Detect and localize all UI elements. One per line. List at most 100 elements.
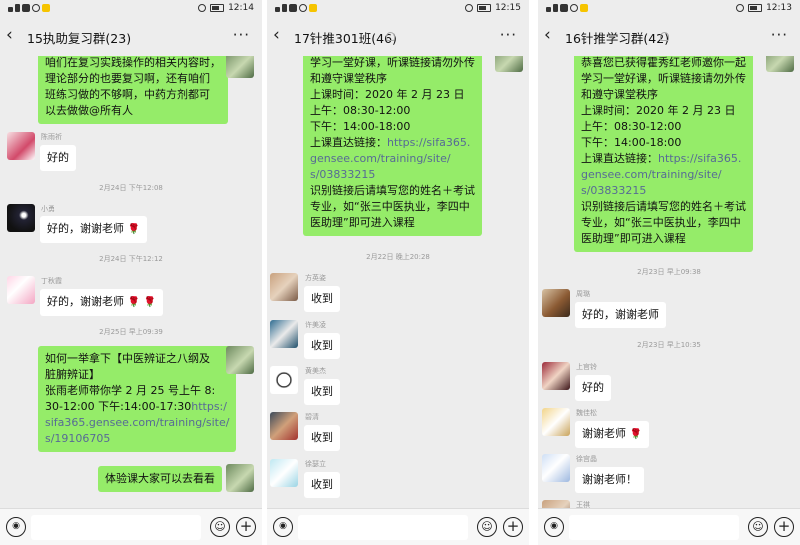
divider xyxy=(533,0,538,545)
avatar[interactable] xyxy=(7,132,35,160)
message-bubble[interactable]: 恭喜您已获得霍秀红老师邀你一起 学习一堂好课，听课链接请勿外传 和遵守课堂秩序 上课… xyxy=(574,56,753,252)
input-bar: ◉ ☺ + xyxy=(538,508,800,545)
clock: 12:14 xyxy=(228,3,254,13)
message-bubble[interactable]: 好的，谢谢老师 xyxy=(575,302,666,328)
more-options-icon[interactable]: ··· xyxy=(771,26,788,44)
avatar[interactable] xyxy=(7,276,35,304)
message-bubble[interactable]: 收到 xyxy=(304,286,340,312)
sender-name: 王祺 xyxy=(576,501,590,508)
avatar[interactable] xyxy=(542,454,570,482)
message-bubble[interactable]: 好的 xyxy=(40,145,76,171)
mute-bell-icon xyxy=(660,32,669,41)
course-link[interactable]: https://sifa365. xyxy=(387,136,470,149)
voice-input-icon[interactable]: ◉ xyxy=(6,517,26,537)
message-bubble[interactable]: 收到 xyxy=(304,333,340,359)
alarm-icon xyxy=(198,4,207,12)
message-bubble[interactable]: 收到 xyxy=(304,379,340,405)
chat-screen-1: 12:14 ‹ 15执助复习群(23) ··· 咱们在复习实践操作的相关内容时，… xyxy=(0,0,262,545)
message-bubble[interactable]: 体验课大家可以去看看 xyxy=(98,466,222,492)
timestamp: 2月24日 下午12:08 xyxy=(99,184,163,192)
back-arrow-icon[interactable]: ‹ xyxy=(273,25,289,45)
sender-name: 黄美杰 xyxy=(305,367,326,375)
plus-icon[interactable]: + xyxy=(774,517,794,537)
emoji-icon[interactable]: ☺ xyxy=(748,517,768,537)
sender-name: 徐宫晶 xyxy=(576,455,597,463)
status-bar: 12:14 xyxy=(0,0,262,18)
course-link[interactable]: https://sifa365. xyxy=(658,152,741,165)
message-bubble[interactable]: 好的，谢谢老师 🌹 xyxy=(40,216,147,243)
message-bubble[interactable]: 谢谢老师 🌹 xyxy=(575,421,649,448)
message-list[interactable]: 咱们在复习实践操作的相关内容时， 理论部分的也要复习啊，还有咱们 班练习做的不够啊，… xyxy=(0,56,262,508)
avatar[interactable] xyxy=(270,320,298,348)
my-avatar[interactable] xyxy=(495,56,523,72)
message-bubble[interactable]: 如何一举拿下【中医辨证之八纲及 脏腑辨证】 张雨老师带你学 2 月 25 号上午 8… xyxy=(38,346,237,452)
more-options-icon[interactable]: ··· xyxy=(500,26,517,44)
avatar[interactable] xyxy=(542,362,570,390)
plus-icon[interactable]: + xyxy=(503,517,523,537)
clock: 12:13 xyxy=(766,3,792,13)
avatar[interactable] xyxy=(270,273,298,301)
sender-name: 碧清 xyxy=(305,413,319,421)
sender-name: 陈雨祈 xyxy=(41,133,62,141)
my-avatar[interactable] xyxy=(226,346,254,374)
back-arrow-icon[interactable]: ‹ xyxy=(6,25,22,45)
my-avatar[interactable] xyxy=(226,56,254,78)
avatar[interactable] xyxy=(270,366,298,394)
more-options-icon[interactable]: ··· xyxy=(233,26,250,44)
chat-title: 17针推301班(46) xyxy=(294,31,397,46)
sender-name: 方英姿 xyxy=(305,274,326,282)
input-bar: ◉ ☺ + xyxy=(0,508,262,545)
mute-bell-icon xyxy=(386,32,395,41)
battery-icon xyxy=(477,4,492,12)
battery-icon xyxy=(210,4,225,12)
sender-name: 周璐 xyxy=(576,290,590,298)
avatar[interactable] xyxy=(270,459,298,487)
sender-name: 魏佳松 xyxy=(576,409,597,417)
voice-input-icon[interactable]: ◉ xyxy=(273,517,293,537)
status-bar: 12:13 xyxy=(538,0,800,18)
timestamp: 2月23日 早上10:35 xyxy=(637,341,701,349)
avatar[interactable] xyxy=(542,289,570,317)
battery-icon xyxy=(748,4,763,12)
message-bubble[interactable]: 好的 xyxy=(575,375,611,401)
timestamp: 2月22日 晚上20:28 xyxy=(366,253,430,261)
message-input[interactable] xyxy=(298,515,468,540)
course-link[interactable]: https:/ xyxy=(191,400,227,413)
timestamp: 2月24日 下午12:12 xyxy=(99,255,163,263)
avatar[interactable] xyxy=(7,204,35,232)
divider xyxy=(262,0,267,545)
voice-input-icon[interactable]: ◉ xyxy=(544,517,564,537)
message-bubble[interactable]: 好的，谢谢老师 🌹 🌹 xyxy=(40,289,163,316)
chat-header: ‹ 16针推学习群(42) ··· xyxy=(538,18,800,56)
message-bubble[interactable]: 收到 xyxy=(304,425,340,451)
avatar[interactable] xyxy=(542,500,570,508)
message-bubble[interactable]: 谢谢老师！ xyxy=(575,467,644,493)
chat-screen-2: 12:15 ‹ 17针推301班(46) ··· 学习一堂好课，听课链接请勿外传… xyxy=(267,0,529,545)
emoji-icon[interactable]: ☺ xyxy=(210,517,230,537)
chat-header: ‹ 17针推301班(46) ··· xyxy=(267,18,529,56)
avatar[interactable] xyxy=(270,412,298,440)
status-bar: 12:15 xyxy=(267,0,529,18)
message-bubble[interactable]: 收到 xyxy=(304,472,340,498)
message-input[interactable] xyxy=(569,515,739,540)
message-list[interactable]: 恭喜您已获得霍秀红老师邀你一起 学习一堂好课，听课链接请勿外传 和遵守课堂秩序 上课… xyxy=(538,56,800,508)
my-avatar[interactable] xyxy=(766,56,794,72)
chat-header: ‹ 15执助复习群(23) ··· xyxy=(0,18,262,56)
back-arrow-icon[interactable]: ‹ xyxy=(544,25,560,45)
sender-name: 上官铃 xyxy=(576,363,597,371)
avatar[interactable] xyxy=(542,408,570,436)
sender-name: 小勇 xyxy=(41,205,55,213)
plus-icon[interactable]: + xyxy=(236,517,256,537)
message-input[interactable] xyxy=(31,515,201,540)
message-bubble[interactable]: 学习一堂好课，听课链接请勿外传 和遵守课堂秩序 上课时间：2020 年 2 月 23… xyxy=(303,56,482,236)
message-list[interactable]: 学习一堂好课，听课链接请勿外传 和遵守课堂秩序 上课时间：2020 年 2 月 23… xyxy=(267,56,529,508)
sender-name: 丁秋霞 xyxy=(41,277,62,285)
my-avatar[interactable] xyxy=(226,464,254,492)
chat-title: 15执助复习群(23) xyxy=(27,31,132,46)
sender-name: 许美凌 xyxy=(305,321,326,329)
emoji-icon[interactable]: ☺ xyxy=(477,517,497,537)
sender-name: 徐瑟立 xyxy=(305,460,326,468)
message-bubble[interactable]: 咱们在复习实践操作的相关内容时， 理论部分的也要复习啊，还有咱们 班练习做的不够啊，… xyxy=(38,56,228,124)
timestamp: 2月25日 早上09:39 xyxy=(99,328,163,336)
timestamp: 2月23日 早上09:38 xyxy=(637,268,701,276)
